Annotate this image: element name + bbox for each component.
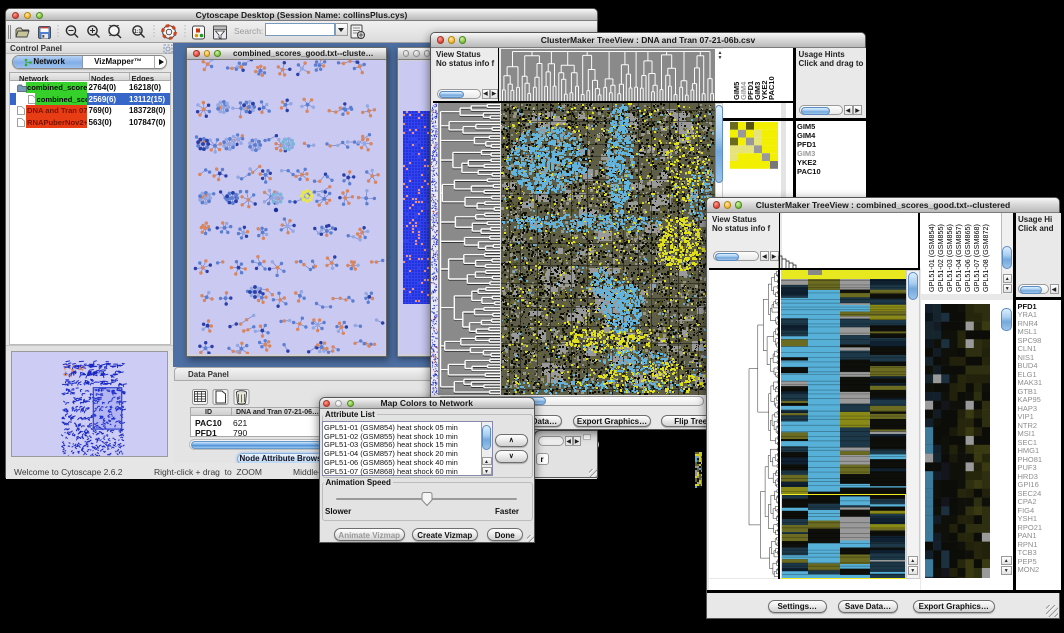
svg-text:1:1: 1:1 bbox=[134, 28, 141, 34]
